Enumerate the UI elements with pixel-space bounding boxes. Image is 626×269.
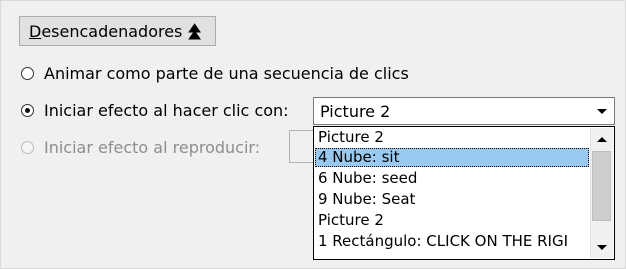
option-start-on-click[interactable]: Iniciar efecto al hacer clic con: xyxy=(21,99,289,121)
list-item[interactable]: Picture 2 xyxy=(315,211,589,230)
option-start-on-click-label: Iniciar efecto al hacer clic con: xyxy=(44,100,289,120)
scroll-down-arrow-icon[interactable] xyxy=(591,236,613,258)
trigger-object-combo[interactable]: Picture 2 xyxy=(313,97,615,125)
trigger-object-dropdown-list[interactable]: Picture 2 4 Nube: sit 6 Nube: seed 9 Nub… xyxy=(313,126,615,260)
option-click-sequence-label: Animar como parte de una secuencia de cl… xyxy=(44,63,409,83)
list-item[interactable]: 1 Rectángulo: CLICK ON THE RIGI xyxy=(315,232,589,251)
option-click-sequence[interactable]: Animar como parte de una secuencia de cl… xyxy=(21,62,409,84)
triggers-button-label: esencadenadores xyxy=(41,21,183,41)
list-item[interactable]: Picture 2 xyxy=(315,128,589,147)
scrollbar-thumb[interactable] xyxy=(592,151,611,221)
chevron-down-icon[interactable] xyxy=(591,99,613,123)
list-item[interactable]: 9 Nube: Seat xyxy=(315,190,589,209)
scroll-up-arrow-icon[interactable] xyxy=(591,128,613,150)
double-chevron-up-icon: ▲ ▲ xyxy=(188,20,202,41)
triggers-button-mnemonic: D xyxy=(29,21,42,41)
radio-start-on-play xyxy=(21,140,34,154)
animation-trigger-panel: Desencadenadores ▲ ▲ Animar como parte de… xyxy=(0,0,626,269)
list-scrollbar[interactable] xyxy=(590,128,613,258)
triggers-button[interactable]: Desencadenadores ▲ ▲ xyxy=(19,16,216,46)
trigger-object-combo-value: Picture 2 xyxy=(320,102,391,121)
list-item-selected[interactable]: 4 Nube: sit xyxy=(315,148,589,167)
radio-click-sequence[interactable] xyxy=(21,66,34,80)
option-start-on-play-label: Iniciar efecto al reproducir: xyxy=(44,137,261,157)
option-start-on-play: Iniciar efecto al reproducir: xyxy=(21,136,260,158)
radio-start-on-click[interactable] xyxy=(21,103,34,117)
list-item[interactable]: 6 Nube: seed xyxy=(315,169,589,188)
